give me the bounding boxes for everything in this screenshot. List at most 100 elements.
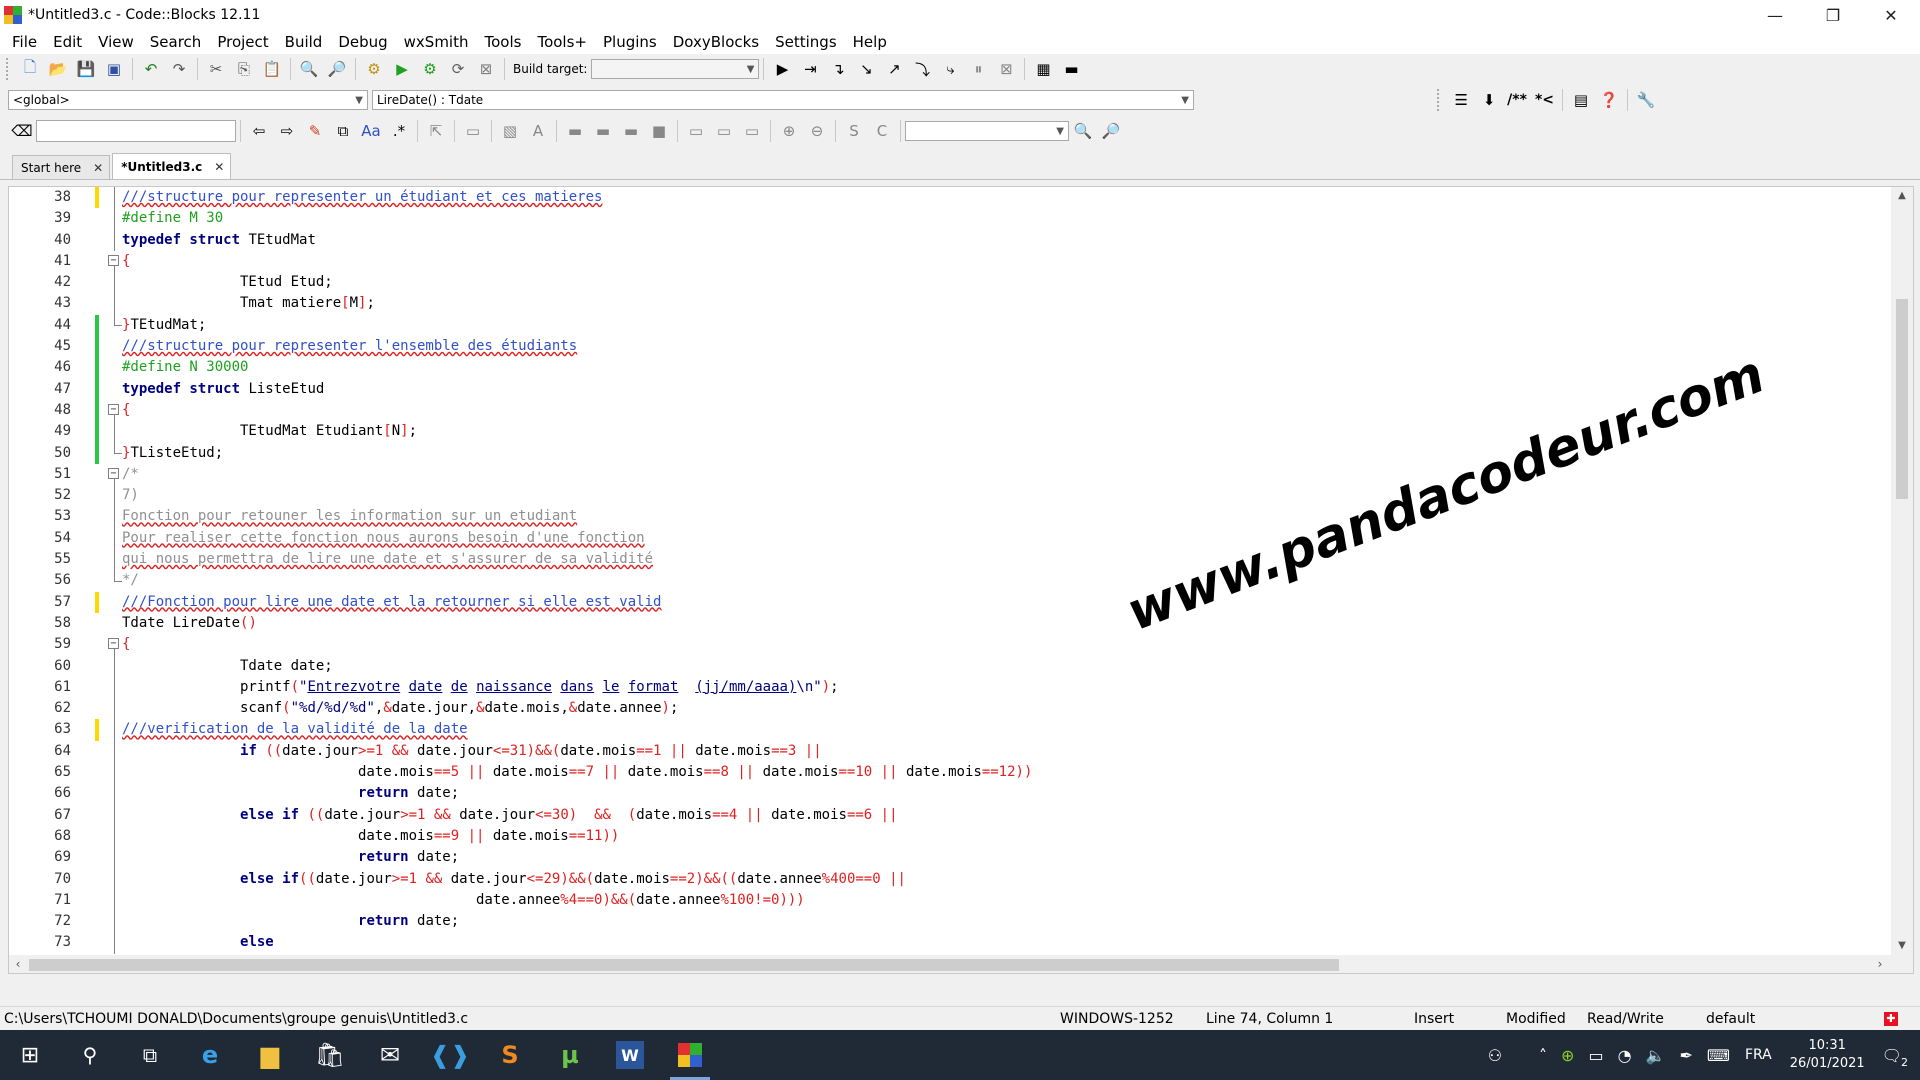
chm-docs-icon[interactable]: ❓	[1597, 88, 1621, 112]
menu-edit[interactable]: Edit	[45, 30, 90, 54]
line-number[interactable]: 46	[9, 357, 71, 378]
scope-select[interactable]: <global> ▼	[8, 90, 368, 110]
line-number[interactable]: 66	[9, 783, 71, 804]
save-all-icon[interactable]: ▣	[102, 57, 126, 81]
menu-file[interactable]: File	[4, 30, 45, 54]
error-indicator-icon[interactable]: ✚	[1884, 1012, 1898, 1026]
code-line[interactable]: 66 return date;	[9, 783, 1891, 805]
text-box-icon[interactable]: A	[526, 119, 550, 143]
code-text[interactable]: date.annee%4==0)&&(date.annee%100!=0)))	[122, 890, 805, 911]
code-line[interactable]: 67 else if ((date.jour>=1 && date.jour<=…	[9, 804, 1891, 826]
line-number[interactable]: 41	[9, 251, 71, 272]
menu-view[interactable]: View	[90, 30, 142, 54]
code-text[interactable]: Tmat matiere[M];	[122, 293, 375, 314]
menu-tools[interactable]: Tools	[477, 30, 530, 54]
line-number[interactable]: 39	[9, 208, 71, 229]
debug-run-icon[interactable]: ▶	[770, 57, 794, 81]
pause-icon[interactable]: ⏸	[966, 57, 990, 81]
code-line[interactable]: 64 if ((date.jour>=1 && date.jour<=31)&&…	[9, 740, 1891, 763]
line-number[interactable]: 54	[9, 528, 71, 549]
update-plus-icon[interactable]: ⊕	[1561, 1046, 1574, 1065]
code-line[interactable]: 69 return date;	[9, 847, 1891, 869]
code-text[interactable]: }TEtudMat;	[122, 315, 206, 336]
code-text[interactable]: */	[122, 570, 139, 591]
code-text[interactable]: else if ((date.jour>=1 && date.jour<=30)…	[122, 805, 898, 826]
store-icon[interactable]: 🛍	[300, 1030, 360, 1080]
code-line[interactable]: 61 printf("Entrezvotre date de naissance…	[9, 676, 1891, 699]
html-docs-icon[interactable]: ▤	[1569, 88, 1593, 112]
search-input[interactable]	[36, 120, 236, 142]
strike-s-icon[interactable]: S	[842, 119, 866, 143]
code-line[interactable]: 38 ///structure pour representer un étudi…	[9, 187, 1891, 209]
line-number[interactable]: 73	[9, 932, 71, 953]
find-previous-icon[interactable]: ⇦	[247, 119, 271, 143]
menu-help[interactable]: Help	[845, 30, 895, 54]
code-line[interactable]: 60 Tdate date;	[9, 655, 1891, 677]
code-text[interactable]: typedef struct TEtudMat	[122, 230, 316, 251]
code-text[interactable]: Tdate LireDate()	[122, 613, 257, 634]
code-line[interactable]: 62 scanf("%d/%d/%d",&date.jour,&date.moi…	[9, 698, 1891, 720]
frame-icon[interactable]: ▭	[684, 119, 708, 143]
close-tab-icon[interactable]: ✕	[93, 161, 103, 175]
task-view-icon[interactable]: ⧉	[120, 1030, 180, 1080]
doxy-block-comment-button[interactable]: /**	[1507, 92, 1527, 108]
code-line[interactable]: 41−{	[9, 251, 1891, 273]
line-number[interactable]: 60	[9, 656, 71, 677]
code-line[interactable]: 39 #define M 30	[9, 208, 1891, 230]
code-line[interactable]: 73 else	[9, 932, 1891, 954]
line-number[interactable]: 53	[9, 506, 71, 527]
clear-search-icon[interactable]: ⌫	[10, 119, 34, 143]
line-number[interactable]: 48	[9, 400, 71, 421]
scroll-right-icon[interactable]: ›	[1871, 955, 1889, 973]
keyboard-icon[interactable]: ⌨	[1707, 1046, 1730, 1065]
tab-untitled3[interactable]: *Untitled3.c ✕	[112, 153, 232, 179]
vscode-icon[interactable]: ❰❱	[420, 1030, 480, 1080]
line-number[interactable]: 72	[9, 911, 71, 932]
code-text[interactable]: else	[122, 932, 274, 953]
battery-icon[interactable]: ▭	[1588, 1046, 1603, 1065]
mail-icon[interactable]: ✉	[360, 1030, 420, 1080]
line-number[interactable]: 59	[9, 634, 71, 655]
menu-tools-plus[interactable]: Tools+	[529, 30, 595, 54]
replace-icon[interactable]: 🔎	[325, 57, 349, 81]
code-text[interactable]: else if((date.jour>=1 && date.jour<=29)&…	[122, 869, 906, 890]
menu-project[interactable]: Project	[209, 30, 276, 54]
menu-doxyblocks[interactable]: DoxyBlocks	[665, 30, 767, 54]
cut-icon[interactable]: ✂	[204, 57, 228, 81]
save-icon[interactable]: 💾	[74, 57, 98, 81]
code-area[interactable]: 38 ///structure pour representer un étudi…	[9, 187, 1891, 955]
run-icon[interactable]: ▶	[390, 57, 414, 81]
line-number[interactable]: 67	[9, 805, 71, 826]
wifi-icon[interactable]: ◔	[1618, 1046, 1632, 1065]
search-go-icon[interactable]: 🔍	[1071, 119, 1095, 143]
line-number[interactable]: 47	[9, 379, 71, 400]
search-icon[interactable]: ⚲	[60, 1030, 120, 1080]
code-text[interactable]: return date;	[122, 783, 459, 804]
run-to-cursor-icon[interactable]: ⇥	[798, 57, 822, 81]
rectangle-icon[interactable]: ▭	[461, 119, 485, 143]
code-text[interactable]: Tdate date;	[122, 656, 333, 677]
file-explorer-icon[interactable]: ▆	[240, 1030, 300, 1080]
code-text[interactable]: scanf("%d/%d/%d",&date.jour,&date.mois,&…	[122, 698, 678, 719]
build-target-select[interactable]: ▼	[591, 59, 760, 79]
extract-docs-icon[interactable]: ⬇	[1477, 88, 1501, 112]
align-right-icon[interactable]: ▬	[619, 119, 643, 143]
redo-icon[interactable]: ↷	[167, 57, 191, 81]
pen-icon[interactable]: ✒	[1679, 1046, 1692, 1065]
code-line[interactable]: 54 Pour realiser cette fonction nous auro…	[9, 527, 1891, 550]
code-text[interactable]: Fonction pour retouner les information s…	[122, 506, 577, 527]
code-text[interactable]: printf("Entrezvotre date de naissance da…	[122, 677, 839, 698]
code-text[interactable]: ///structure pour representer l'ensemble…	[122, 336, 577, 357]
code-text[interactable]: TEtudMat Etudiant[N];	[122, 421, 417, 442]
line-number[interactable]: 49	[9, 421, 71, 442]
pointer-icon[interactable]: ⇱	[424, 119, 448, 143]
code-text[interactable]: Pour realiser cette fonction nous aurons…	[122, 528, 645, 549]
line-number[interactable]: 51	[9, 464, 71, 485]
code-text[interactable]: typedef struct ListeEtud	[122, 379, 324, 400]
code-text[interactable]: return date;	[122, 847, 459, 868]
tab-start-here[interactable]: Start here ✕	[12, 155, 111, 179]
debug-info-icon[interactable]: ▬	[1059, 57, 1083, 81]
code-line[interactable]: 46 #define N 30000	[9, 357, 1891, 379]
scroll-up-icon[interactable]: ▲	[1891, 187, 1913, 205]
code-text[interactable]: #define M 30	[122, 208, 223, 229]
